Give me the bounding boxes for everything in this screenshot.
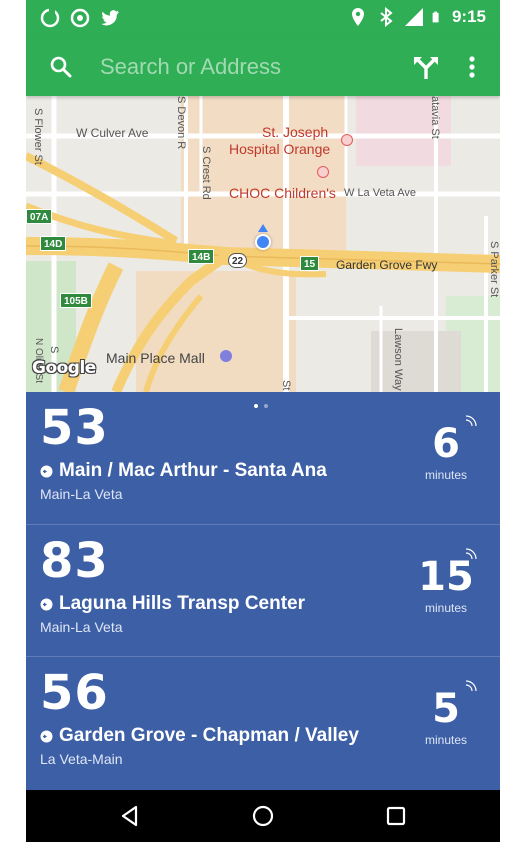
street-label-st-bottom: St xyxy=(280,380,292,391)
eta-value: 15 xyxy=(418,554,474,600)
arrival-card[interactable]: 56 Garden Grove - Chapman / Valley La Ve… xyxy=(26,656,500,788)
status-bar-right: 9:15 xyxy=(348,7,486,27)
eta-value: 6 xyxy=(432,421,460,467)
mall-area xyxy=(136,271,296,392)
arrival-card[interactable]: 53 Main / Mac Arthur - Santa Ana Main-La… xyxy=(26,392,500,524)
poi-main-place-mall: Main Place Mall xyxy=(106,350,205,366)
bluetooth-icon xyxy=(380,7,393,27)
direction-arrow-icon xyxy=(40,730,53,742)
eta-block: 5 minutes xyxy=(416,687,476,747)
eta-unit: minutes xyxy=(424,733,468,747)
shield-14d: 14D xyxy=(40,236,67,251)
route-number: 83 xyxy=(40,533,109,589)
more-vert-icon[interactable] xyxy=(462,53,482,81)
street-label-s-batavia: atavia St xyxy=(429,96,441,139)
shield-07a: 07A xyxy=(26,209,53,224)
shield-22: 22 xyxy=(228,253,248,268)
block-gray xyxy=(371,331,461,392)
destination-row: Laguna Hills Transp Center xyxy=(40,593,305,615)
map-view[interactable]: W Culver Ave S Flower St S Devon R S Cre… xyxy=(26,96,500,392)
destination-label: Garden Grove - Chapman / Valley xyxy=(59,725,359,746)
freeway-label-garden-grove: Garden Grove Fwy xyxy=(336,258,438,272)
direction-arrow-icon xyxy=(40,465,53,477)
search-icon[interactable] xyxy=(48,54,74,80)
arrivals-panel: 53 Main / Mac Arthur - Santa Ana Main-La… xyxy=(26,392,500,790)
my-location-icon xyxy=(255,234,271,250)
route-number: 53 xyxy=(40,400,109,456)
back-icon[interactable] xyxy=(116,802,144,830)
status-bar-left xyxy=(40,8,120,28)
destination-label: Main / Mac Arthur - Santa Ana xyxy=(59,460,327,481)
street-label-s-partial: S xyxy=(48,346,60,354)
street-label-s-parker: S Parker St xyxy=(488,241,500,298)
destination-label: Laguna Hills Transp Center xyxy=(59,593,305,614)
battery-icon xyxy=(432,11,439,23)
destination-row: Garden Grove - Chapman / Valley xyxy=(40,725,359,747)
notification-icon xyxy=(40,8,60,28)
street-label-w-la-veta: W La Veta Ave xyxy=(344,187,416,199)
direction-arrow-icon xyxy=(40,598,53,610)
stop-label: Main-La Veta xyxy=(40,619,123,635)
poi-st-joseph-line2: Hospital Orange xyxy=(229,141,331,157)
location-icon xyxy=(351,8,364,26)
destination-row: Main / Mac Arthur - Santa Ana xyxy=(40,460,327,482)
phone-screen: 9:15 Search or Address W Culver Ave S Fl… xyxy=(26,0,500,842)
eta-block: 6 minutes xyxy=(416,422,476,482)
recents-icon[interactable] xyxy=(382,802,410,830)
directions-icon[interactable] xyxy=(412,53,440,81)
eta-block: 15 minutes xyxy=(416,555,476,615)
status-time: 9:15 xyxy=(451,7,486,26)
street-label-s-crest: S Crest Rd xyxy=(200,146,212,200)
street-label-lawson-way: Lawson Way xyxy=(392,328,404,391)
google-logo: Google xyxy=(32,358,96,378)
stop-label: La Veta-Main xyxy=(40,751,123,767)
shield-15: 15 xyxy=(300,256,320,271)
shield-105b: 105B xyxy=(60,293,92,308)
arrival-card[interactable]: 83 Laguna Hills Transp Center Main-La Ve… xyxy=(26,524,500,656)
street-label-w-culver: W Culver Ave xyxy=(76,126,149,140)
heading-arrow-icon xyxy=(258,224,268,232)
eta-value: 5 xyxy=(432,686,460,732)
signal-icon xyxy=(404,8,423,26)
eta-unit: minutes xyxy=(424,601,468,615)
twitter-icon xyxy=(101,10,119,26)
stop-label: Main-La Veta xyxy=(40,486,123,502)
eta-unit: minutes xyxy=(424,468,468,482)
home-icon[interactable] xyxy=(249,802,277,830)
poi-st-joseph-line1: St. Joseph xyxy=(262,124,329,140)
status-bar: 9:15 xyxy=(26,0,500,38)
search-input[interactable] xyxy=(100,50,400,84)
hotspot-icon xyxy=(70,8,90,28)
poi-choc: CHOC Children's xyxy=(229,185,336,201)
street-label-s-devon: S Devon R xyxy=(175,96,187,150)
shield-14b: 14B xyxy=(188,249,215,264)
route-number: 56 xyxy=(40,665,109,721)
system-nav-bar xyxy=(26,790,500,842)
search-toolbar xyxy=(26,38,500,96)
street-label-s-flower: S Flower St xyxy=(32,108,44,165)
